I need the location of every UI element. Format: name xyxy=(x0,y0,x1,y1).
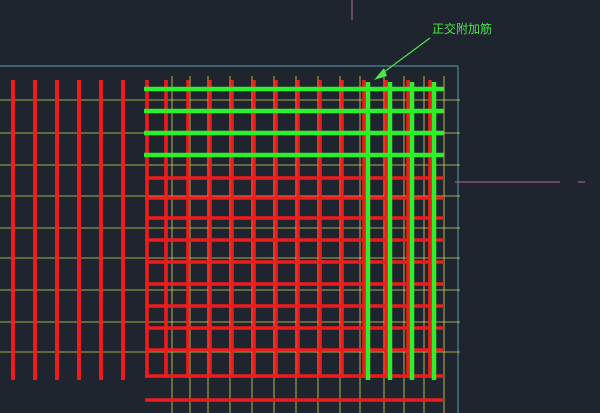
annotation-arrowhead xyxy=(374,68,387,80)
annotation-leader-layer xyxy=(374,37,431,80)
annotation-label: 正交附加筋 xyxy=(432,22,493,36)
annotation-leader-line xyxy=(379,37,431,76)
cad-drawing-canvas[interactable] xyxy=(0,0,600,413)
